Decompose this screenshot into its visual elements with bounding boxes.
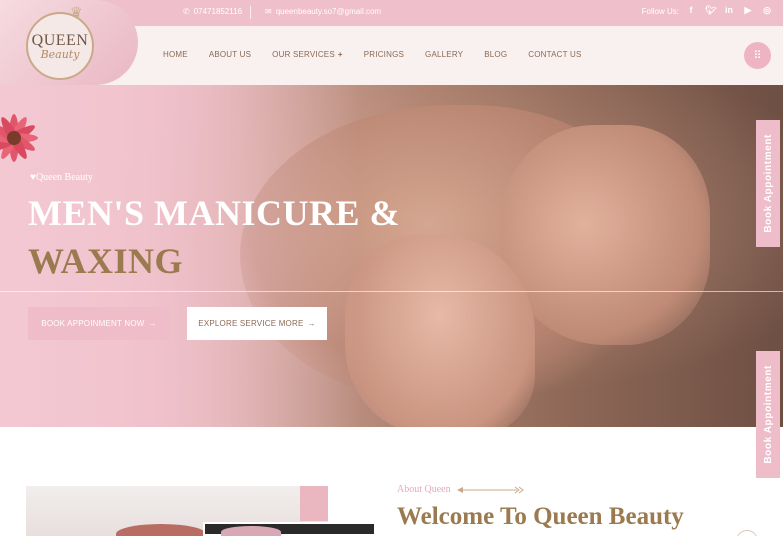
nav-contact-us[interactable]: CONTACT US — [528, 50, 581, 59]
nav-home[interactable]: HOME — [163, 50, 188, 59]
side-book-appointment-tab-2[interactable]: Book Appointment — [756, 351, 780, 478]
about-image-person — [116, 524, 206, 536]
explore-services-button[interactable]: EXPLORE SERVICE MORE → — [187, 307, 327, 340]
about-label-text: About Queen — [397, 484, 451, 495]
follow-label: Follow Us: — [641, 7, 679, 16]
top-bar-divider — [250, 6, 251, 19]
nav-blog[interactable]: BLOG — [484, 50, 507, 59]
about-section-label: About Queen — [397, 484, 525, 495]
menu-grid-button[interactable]: ⠿ — [744, 42, 771, 69]
plus-icon: + — [337, 50, 343, 59]
about-image-secondary-person — [221, 526, 281, 536]
hero-tagline-text: Queen Beauty — [35, 172, 93, 183]
youtube-icon[interactable]: ▶ — [743, 5, 753, 16]
flower-icon — [0, 114, 38, 162]
logo: QUEEN Beauty — [26, 12, 94, 80]
email-address: queenbeauty.so7@gmail.com — [275, 7, 382, 16]
hero-title-line1: MEN'S MANICURE & — [28, 193, 400, 233]
nav-about-us[interactable]: ABOUT US — [209, 50, 251, 59]
about-image-accent — [300, 486, 328, 521]
twitter-icon[interactable]: 🐦︎ — [705, 5, 716, 16]
phone-contact[interactable]: ✆ 07471852116 — [183, 7, 242, 16]
email-icon: ✉ — [265, 7, 272, 16]
arrow-right-icon: → — [148, 319, 157, 328]
arrow-right-icon: → — [307, 319, 316, 328]
phone-icon: ✆ — [183, 7, 190, 16]
hero-hand-image-2 — [345, 235, 535, 427]
logo-text-beauty: Beauty — [40, 47, 80, 61]
nav-our-services[interactable]: OUR SERVICES + — [272, 50, 343, 59]
email-contact[interactable]: ✉ queenbeauty.so7@gmail.com — [265, 7, 381, 16]
book-appointment-label: BOOK APPOINMENT NOW — [41, 319, 145, 328]
hero-title-line2: WAXING — [28, 241, 184, 281]
explore-services-label: EXPLORE SERVICE MORE — [198, 319, 304, 328]
phone-number: 07471852116 — [193, 7, 243, 16]
side-book-appointment-tab[interactable]: Book Appointment — [756, 120, 780, 247]
page: ✆ 07471852116 ✉ queenbeauty.so7@gmail.co… — [0, 0, 783, 536]
about-section-title: Welcome To Queen Beauty — [397, 503, 684, 530]
hero-banner: ♥Queen Beauty MEN'S MANICURE & WAXING BO… — [0, 85, 783, 427]
book-appointment-button[interactable]: BOOK APPOINMENT NOW → — [28, 307, 170, 340]
crown-icon: ♛ — [70, 4, 83, 20]
menu-grid-icon: ⠿ — [753, 50, 762, 62]
hero-divider-line — [0, 291, 783, 292]
instagram-icon[interactable]: ◎ — [762, 5, 772, 16]
linkedin-icon[interactable]: in — [724, 5, 734, 16]
logo-container[interactable]: QUEEN Beauty ♛ — [0, 0, 138, 85]
decorative-arrow-icon — [456, 486, 524, 493]
hero-tagline: ♥Queen Beauty — [30, 172, 93, 183]
social-links: f 🐦︎ in ▶ ◎ — [686, 5, 772, 16]
scroll-top-button[interactable] — [736, 530, 758, 536]
side-tab-label: Book Appointment — [762, 365, 774, 464]
nav-our-services-label: OUR SERVICES — [272, 50, 335, 59]
main-nav: HOME ABOUT US OUR SERVICES + PRICINGS GAL… — [163, 50, 603, 59]
about-image-secondary — [203, 522, 376, 536]
side-tab-label: Book Appointment — [762, 134, 774, 233]
facebook-icon[interactable]: f — [686, 5, 696, 16]
nav-gallery[interactable]: GALLERY — [425, 50, 463, 59]
nav-pricings[interactable]: PRICINGS — [364, 50, 404, 59]
